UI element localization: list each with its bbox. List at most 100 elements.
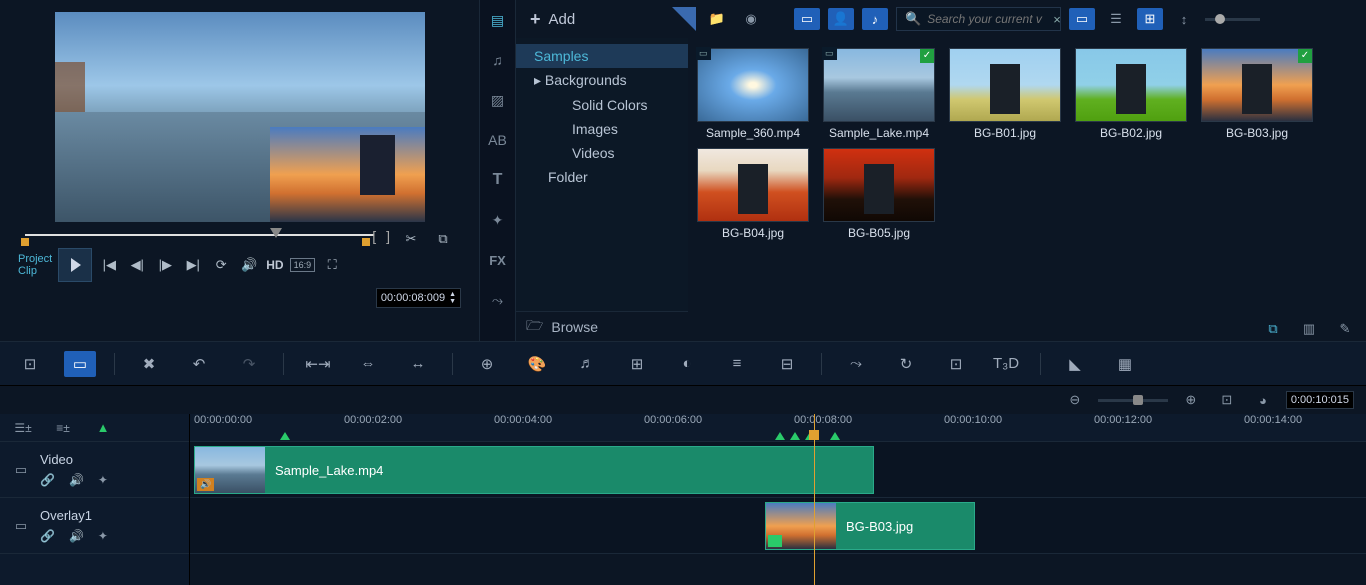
favorite-flag-icon[interactable]: [672, 7, 696, 31]
import-folder-icon[interactable]: 📁: [704, 8, 730, 30]
audio-mix-icon[interactable]: ♬: [571, 351, 603, 377]
timeline-view-button[interactable]: ▭: [64, 351, 96, 377]
tree-backgrounds[interactable]: ▸ Backgrounds: [516, 68, 688, 93]
zoom-out-icon[interactable]: ⊖: [1062, 389, 1088, 411]
audio-tab-icon[interactable]: ♫: [486, 48, 510, 72]
playhead[interactable]: [814, 414, 815, 585]
overlay-track-header[interactable]: ▭ Overlay1 🔗 🔊 ✦: [0, 498, 189, 554]
split-icon[interactable]: ⊟: [771, 351, 803, 377]
timeline-timecode[interactable]: 0:00:10:015: [1286, 391, 1354, 409]
subtitle-icon[interactable]: ≡: [721, 351, 753, 377]
view-thumb-icon[interactable]: ▭: [1069, 8, 1095, 30]
storyboard-view-button[interactable]: ⊡: [14, 351, 46, 377]
capture-icon[interactable]: ◉: [738, 8, 764, 30]
3d-title-icon[interactable]: T₃D: [990, 351, 1022, 377]
panel-edit-icon[interactable]: ✎: [1332, 318, 1358, 340]
tree-videos[interactable]: Videos: [516, 141, 688, 165]
motion-icon[interactable]: ⤳: [840, 351, 872, 377]
fit-icon[interactable]: ⊡: [1214, 389, 1240, 411]
chapter-icon[interactable]: ◣: [1059, 351, 1091, 377]
overlay-track-row[interactable]: BG-B03.jpg: [190, 498, 1366, 554]
hd-label[interactable]: HD: [266, 258, 283, 272]
thumb-card[interactable]: BG-B05.jpg: [818, 146, 940, 242]
link-icon[interactable]: 🔗: [40, 473, 55, 487]
filter-photo-icon[interactable]: 👤: [828, 8, 854, 30]
filter-video-icon[interactable]: ▭: [794, 8, 820, 30]
mode-clip-label[interactable]: Clip: [18, 265, 52, 277]
thumb-card[interactable]: ✓BG-B03.jpg: [1196, 46, 1318, 142]
timecode-display[interactable]: 00:00:08:009 ▲▼: [376, 288, 461, 308]
thumb-size-slider[interactable]: [1205, 18, 1260, 21]
zoom-in-icon[interactable]: ⊕: [1178, 389, 1204, 411]
preview-image[interactable]: [55, 12, 425, 222]
tree-solid-colors[interactable]: Solid Colors: [516, 93, 688, 117]
sort-icon[interactable]: ↕: [1171, 8, 1197, 30]
tree-folder[interactable]: Folder: [516, 165, 688, 189]
fx-track-icon[interactable]: ✦: [98, 473, 108, 487]
tools-icon[interactable]: ✖: [133, 351, 165, 377]
template-icon[interactable]: ▦: [1109, 351, 1141, 377]
track-marker-icon[interactable]: ▲: [90, 417, 116, 439]
record-icon[interactable]: ⊕: [471, 351, 503, 377]
split-screen-icon[interactable]: ⧉: [432, 228, 454, 250]
color-wheel-icon[interactable]: 🎨: [521, 351, 553, 377]
filter-audio-icon[interactable]: ♪: [862, 8, 888, 30]
thumb-card[interactable]: BG-B01.jpg: [944, 46, 1066, 142]
browse-button[interactable]: 🗁 Browse: [516, 311, 688, 341]
mask-icon[interactable]: ◐: [671, 351, 703, 377]
title-tab-icon[interactable]: T: [486, 168, 510, 192]
panel-options-icon[interactable]: ▥: [1296, 318, 1322, 340]
prev-frame-button[interactable]: ◀|: [126, 254, 148, 276]
duration-icon[interactable]: ◕: [1250, 389, 1276, 411]
mute-icon[interactable]: 🔊: [69, 473, 84, 487]
clear-search-icon[interactable]: ×: [1053, 12, 1061, 27]
volume-icon[interactable]: 🔊: [238, 254, 260, 276]
mute-icon[interactable]: 🔊: [69, 529, 84, 543]
video-track-header[interactable]: ▭ Video 🔗 🔊 ✦: [0, 442, 189, 498]
ab-tab-icon[interactable]: AB: [486, 128, 510, 152]
crop-icon[interactable]: ⊡: [940, 351, 972, 377]
slip-icon[interactable]: ⇤⇥: [302, 351, 334, 377]
video-track-row[interactable]: 🔊 Sample_Lake.mp4: [190, 442, 1366, 498]
go-end-button[interactable]: ▶|: [182, 254, 204, 276]
stretch-icon[interactable]: ↔: [402, 351, 434, 377]
multi-cam-icon[interactable]: ⊞: [621, 351, 653, 377]
track-add-icon[interactable]: ☰±: [10, 417, 36, 439]
transitions-tab-icon[interactable]: ▨: [486, 88, 510, 112]
loop-button[interactable]: ⟳: [210, 254, 232, 276]
thumb-card[interactable]: ▭✓Sample_Lake.mp4: [818, 46, 940, 142]
undo-button[interactable]: ↶: [183, 351, 215, 377]
timeline-ruler[interactable]: 00:00:00:0000:00:02:0000:00:04:0000:00:0…: [190, 414, 1366, 442]
view-grid-icon[interactable]: ⊞: [1137, 8, 1163, 30]
go-start-button[interactable]: |◀: [98, 254, 120, 276]
tree-samples[interactable]: Samples: [516, 44, 688, 68]
scrub-bar[interactable]: [ ] ✂ ⧉: [25, 228, 454, 240]
search-box[interactable]: 🔍 ×: [896, 7, 1061, 31]
play-button[interactable]: [58, 248, 92, 282]
thumb-card[interactable]: BG-B02.jpg: [1070, 46, 1192, 142]
mark-out-button[interactable]: ]: [386, 228, 390, 250]
tree-images[interactable]: Images: [516, 117, 688, 141]
track-opts-icon[interactable]: ≡±: [50, 417, 76, 439]
panel-layout-icon[interactable]: ⧉: [1260, 318, 1286, 340]
mode-project-label[interactable]: Project: [18, 253, 52, 265]
path-tab-icon[interactable]: ⤳: [486, 288, 510, 312]
media-tab-icon[interactable]: ▤: [486, 8, 510, 32]
overlay-tab-icon[interactable]: ✦: [486, 208, 510, 232]
redo-button[interactable]: ↷: [233, 351, 265, 377]
overlay-clip[interactable]: BG-B03.jpg: [765, 502, 975, 550]
fx-track-icon[interactable]: ✦: [98, 529, 108, 543]
thumb-card[interactable]: BG-B04.jpg: [692, 146, 814, 242]
thumb-card[interactable]: ▭Sample_360.mp4: [692, 46, 814, 142]
view-list-icon[interactable]: ☰: [1103, 8, 1129, 30]
next-frame-button[interactable]: |▶: [154, 254, 176, 276]
expand-icon[interactable]: ⛶: [321, 254, 343, 276]
mark-in-button[interactable]: [: [372, 228, 376, 250]
timeline-tracks[interactable]: 00:00:00:0000:00:02:0000:00:04:0000:00:0…: [190, 414, 1366, 585]
add-button[interactable]: + Add: [524, 7, 581, 32]
scissors-icon[interactable]: ✂: [400, 228, 422, 250]
slide-icon[interactable]: ⇔: [352, 351, 384, 377]
link-icon[interactable]: 🔗: [40, 529, 55, 543]
rotate-icon[interactable]: ↻: [890, 351, 922, 377]
fx-tab-icon[interactable]: FX: [486, 248, 510, 272]
